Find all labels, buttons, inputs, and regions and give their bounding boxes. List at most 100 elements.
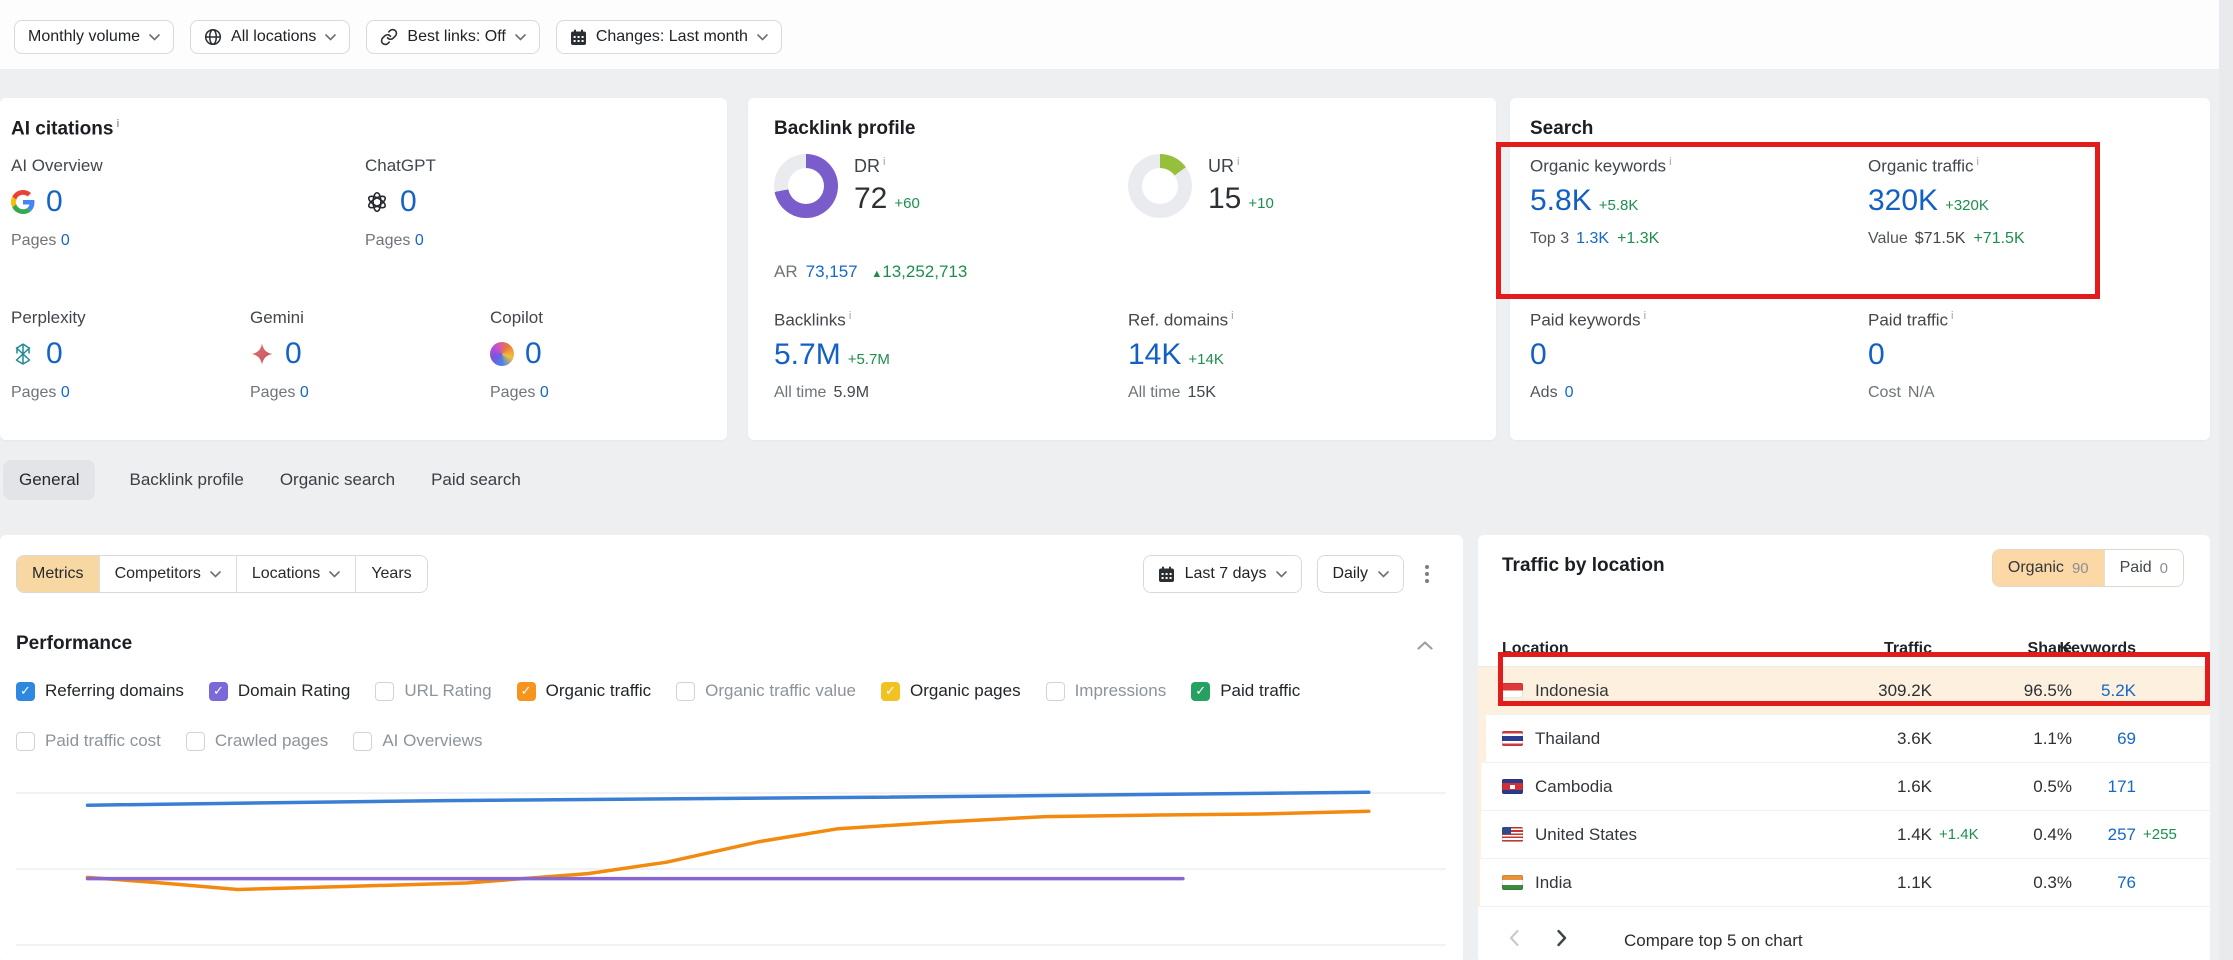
granularity-dropdown[interactable]: Daily — [1317, 555, 1404, 593]
metric-checkbox-paid-traffic-cost[interactable]: Paid traffic cost — [16, 731, 161, 751]
metrics-button[interactable]: Metrics — [17, 556, 99, 592]
ads-value-link[interactable]: 0 — [1565, 384, 1574, 401]
info-icon[interactable]: i — [883, 156, 885, 168]
metric-checkbox-ai-overviews[interactable]: AI Overviews — [353, 731, 482, 751]
table-row-indonesia[interactable]: Indonesia 309.2K 96.5% 5.2K — [1478, 667, 2210, 715]
organic-count: 90 — [2072, 560, 2089, 577]
keywords-link[interactable]: 5.2K — [2072, 681, 2136, 701]
next-page-arrow-icon[interactable] — [1552, 925, 1572, 956]
info-icon[interactable]: i — [1231, 310, 1233, 322]
ur-donut-chart — [1128, 154, 1192, 218]
info-icon[interactable]: i — [1669, 156, 1671, 168]
column-keywords: Keywords — [2020, 640, 2136, 658]
metric-checkbox-organic-pages[interactable]: Organic pages — [881, 681, 1021, 701]
more-options-kebab-icon[interactable] — [1419, 559, 1435, 589]
triangle-up-icon: ▲ — [871, 268, 882, 280]
tab-organic-search[interactable]: Organic search — [278, 460, 397, 500]
chevron-down-icon — [149, 34, 160, 41]
competitors-dropdown[interactable]: Competitors — [99, 556, 236, 592]
metric-checkbox-domain-rating[interactable]: Domain Rating — [209, 681, 350, 701]
ref-domains-value-link[interactable]: 14K — [1128, 338, 1181, 371]
checkbox-icon — [1046, 682, 1065, 701]
info-icon[interactable]: i — [1977, 156, 1979, 168]
keywords-link[interactable]: 257 — [2072, 825, 2136, 845]
checkbox-icon — [881, 682, 900, 701]
checkbox-icon — [16, 682, 35, 701]
paid-keywords-value-link[interactable]: 0 — [1530, 338, 1547, 371]
ai-citations-title: AI citationsi — [11, 118, 119, 140]
info-icon[interactable]: i — [849, 310, 851, 322]
tab-general[interactable]: General — [3, 460, 95, 500]
pages-label: Pages — [365, 232, 410, 249]
chatgpt-count[interactable]: 0 — [400, 185, 417, 219]
ai-stat-ai-overview: AI Overview 0 Pages 0 — [11, 156, 103, 250]
info-icon[interactable]: i — [116, 118, 119, 130]
metric-checkbox-crawled-pages[interactable]: Crawled pages — [186, 731, 328, 751]
top3-label: Top 3 — [1530, 230, 1569, 247]
performance-chart[interactable] — [16, 775, 1446, 960]
share-value: 0.5% — [1990, 777, 2072, 797]
table-row-thailand[interactable]: Thailand 3.6K 1.1% 69 — [1478, 715, 2210, 763]
pages-count-link[interactable]: 0 — [415, 232, 424, 249]
ai-overview-count[interactable]: 0 — [46, 185, 63, 219]
copilot-count[interactable]: 0 — [525, 337, 542, 371]
perplexity-count[interactable]: 0 — [46, 337, 63, 371]
globe-icon — [204, 28, 222, 46]
checkbox-icon — [1191, 682, 1210, 701]
pages-label: Pages — [250, 384, 295, 401]
date-range-dropdown[interactable]: Last 7 days — [1143, 555, 1303, 593]
metric-checkbox-referring-domains[interactable]: Referring domains — [16, 681, 184, 701]
locations-view-dropdown[interactable]: Locations — [236, 556, 356, 592]
backlinks-value-link[interactable]: 5.7M — [774, 338, 841, 371]
tab-paid-search[interactable]: Paid search — [429, 460, 523, 500]
organic-keywords-value-link[interactable]: 5.8K — [1530, 184, 1592, 217]
info-icon[interactable]: i — [1951, 310, 1953, 322]
keywords-link[interactable]: 69 — [2072, 729, 2136, 749]
metric-checkbox-paid-traffic[interactable]: Paid traffic — [1191, 681, 1300, 701]
previous-page-arrow-icon[interactable] — [1504, 925, 1524, 956]
ahrefs-rank-row: AR73,157 ▲13,252,713 — [774, 262, 967, 282]
organic-traffic-value-link[interactable]: 320K — [1868, 184, 1938, 217]
locations-dropdown[interactable]: All locations — [190, 20, 350, 54]
info-icon[interactable]: i — [1644, 310, 1646, 322]
years-button[interactable]: Years — [355, 556, 426, 592]
calendar-icon — [570, 29, 587, 46]
table-row-united-states[interactable]: United States 1.4K +1.4K 0.4% 257 +255 — [1478, 811, 2210, 859]
keywords-link[interactable]: 171 — [2072, 777, 2136, 797]
collapse-chevron-up-icon[interactable] — [1417, 637, 1433, 655]
table-row-india[interactable]: India 1.1K 0.3% 76 — [1478, 859, 2210, 907]
metric-checkbox-impressions[interactable]: Impressions — [1046, 681, 1167, 701]
metric-checkbox-organic-traffic-value[interactable]: Organic traffic value — [676, 681, 856, 701]
top3-value-link[interactable]: 1.3K — [1576, 230, 1609, 247]
toggle-paid[interactable]: Paid0 — [2104, 550, 2183, 586]
compare-top5-label: Compare top 5 on chart — [1624, 931, 1803, 951]
gemini-count[interactable]: 0 — [285, 337, 302, 371]
info-icon[interactable]: i — [1237, 156, 1239, 168]
monthly-volume-dropdown[interactable]: Monthly volume — [14, 20, 174, 54]
alltime-label: All time — [774, 384, 826, 401]
ar-value-link[interactable]: 73,157 — [806, 262, 858, 281]
toggle-organic[interactable]: Organic90 — [1993, 550, 2104, 586]
united-states-flag-icon — [1502, 827, 1523, 842]
metric-checkbox-url-rating[interactable]: URL Rating — [375, 681, 491, 701]
metric-checkbox-organic-traffic[interactable]: Organic traffic — [517, 681, 652, 701]
view-switcher: Metrics Competitors Locations Years — [16, 555, 428, 593]
share-value: 1.1% — [1990, 729, 2072, 749]
ar-label: AR — [774, 262, 798, 281]
pages-label: Pages — [11, 384, 56, 401]
tab-backlink-profile[interactable]: Backlink profile — [127, 460, 245, 500]
pages-count-link[interactable]: 0 — [61, 384, 70, 401]
vertical-scrollbar[interactable] — [2219, 0, 2233, 960]
pages-count-link[interactable]: 0 — [540, 384, 549, 401]
pages-count-link[interactable]: 0 — [300, 384, 309, 401]
changes-dropdown[interactable]: Changes: Last month — [556, 20, 782, 54]
table-row-cambodia[interactable]: Cambodia 1.6K 0.5% 171 — [1478, 763, 2210, 811]
cambodia-flag-icon — [1502, 779, 1523, 794]
pages-label: Pages — [11, 232, 56, 249]
pages-count-link[interactable]: 0 — [61, 232, 70, 249]
keywords-link[interactable]: 76 — [2072, 873, 2136, 893]
paid-traffic-value-link[interactable]: 0 — [1868, 338, 1885, 371]
ai-citations-card: AI citationsi AI Overview 0 Pages 0 Chat… — [0, 98, 727, 440]
search-card: Search Organic keywordsi 5.8K+5.8K Top 3… — [1510, 98, 2210, 440]
best-links-dropdown[interactable]: Best links: Off — [366, 20, 539, 54]
